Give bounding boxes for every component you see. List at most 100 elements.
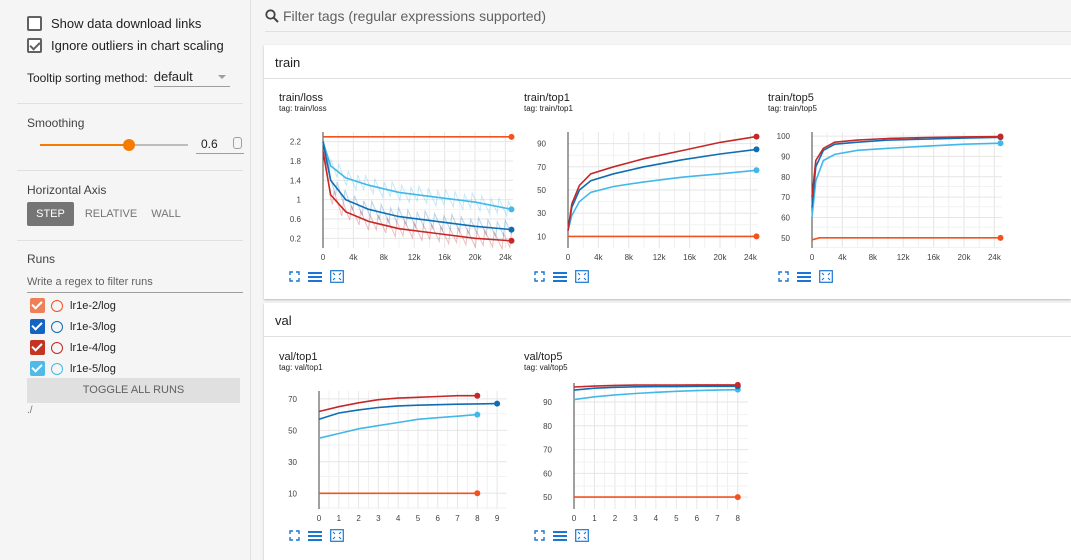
tooltip-sorting-row: Tooltip sorting method: default: [27, 69, 230, 87]
expand-icon[interactable]: [289, 530, 300, 541]
line-chart[interactable]: 0 1 2 3 4 5 6 7 8 90 80 70 60 50: [524, 377, 764, 525]
series-end-point: [474, 392, 481, 399]
run-checkbox[interactable]: [30, 361, 45, 376]
x-tick-label: 1: [337, 514, 342, 523]
run-item[interactable]: lr1e-3/log: [30, 319, 116, 334]
data-table-icon[interactable]: [308, 530, 322, 542]
x-tick-label: 0: [566, 253, 571, 262]
x-tick-label: 5: [674, 514, 679, 523]
chevron-down-icon: [217, 75, 226, 79]
divider: [264, 336, 1071, 337]
smoothing-slider[interactable]: [40, 139, 188, 151]
tag-filter[interactable]: Filter tags (regular expressions support…: [265, 8, 546, 24]
y-tick-label: 100: [777, 132, 791, 141]
divider: [17, 170, 243, 171]
run-color-circle-icon[interactable]: [51, 362, 63, 375]
search-icon: [265, 9, 279, 23]
x-tick-label: 8k: [869, 253, 878, 262]
x-tick-label: 4: [396, 514, 401, 523]
smoothing-input[interactable]: 0.6: [196, 136, 244, 154]
smoothing-label: Smoothing: [27, 116, 85, 130]
y-tick-label: 80: [781, 173, 790, 182]
x-tick-label: 3: [633, 514, 638, 523]
y-tick-label: 50: [288, 426, 297, 435]
fit-domain-icon[interactable]: [819, 270, 833, 283]
x-tick-label: 2: [613, 514, 618, 523]
y-tick-label: 0.6: [290, 215, 302, 224]
series-end-point: [997, 234, 1004, 241]
x-tick-label: 5: [416, 514, 421, 523]
run-color-circle-icon[interactable]: [51, 320, 63, 333]
line-chart[interactable]: 0 4k 8k 12k 16k 20k 24k 2.2 1.8 1.4 1 0.6 0.2: [279, 118, 519, 266]
run-filter-input[interactable]: Write a regex to filter runs: [27, 276, 243, 293]
toggle-all-runs-button[interactable]: TOGGLE ALL RUNS: [27, 378, 240, 403]
data-table-icon[interactable]: [553, 530, 567, 542]
x-tick-label: 24k: [499, 253, 513, 262]
sidebar: Show data download links Ignore outliers…: [0, 0, 251, 560]
line-chart[interactable]: 0 4k 8k 12k 16k 20k 24k 100 90 80 70 60 50: [768, 118, 1008, 266]
expand-icon[interactable]: [534, 530, 545, 541]
y-tick-label: 50: [537, 186, 546, 195]
x-tick-label: 0: [572, 514, 577, 523]
x-tick-label: 16k: [927, 253, 941, 262]
x-tick-label: 7: [715, 514, 720, 523]
fit-domain-icon[interactable]: [330, 529, 344, 542]
y-tick-label: 30: [537, 209, 546, 218]
show-download-links-option[interactable]: Show data download links: [27, 16, 201, 31]
chart-toolbar: [534, 529, 589, 542]
run-color-circle-icon[interactable]: [51, 341, 63, 354]
run-checkbox[interactable]: [30, 319, 45, 334]
fit-domain-icon[interactable]: [330, 270, 344, 283]
ignore-outliers-option[interactable]: Ignore outliers in chart scaling: [27, 38, 224, 53]
data-table-icon[interactable]: [553, 271, 567, 283]
data-table-icon[interactable]: [797, 271, 811, 283]
line-chart[interactable]: 0 1 2 3 4 5 6 7 8 9 70 50 30 10: [279, 377, 519, 525]
line-chart[interactable]: 0 4k 8k 12k 16k 20k 24k 90 70 50 30 10: [524, 118, 764, 266]
run-item[interactable]: lr1e-4/log: [30, 340, 116, 355]
axis-relative-button[interactable]: RELATIVE: [82, 202, 140, 226]
run-item[interactable]: lr1e-2/log: [30, 298, 116, 313]
expand-icon[interactable]: [289, 271, 300, 282]
axis-step-button[interactable]: STEP: [27, 202, 74, 226]
tooltip-sorting-select[interactable]: default: [153, 69, 230, 87]
x-tick-label: 16k: [438, 253, 452, 262]
x-tick-label: 4k: [838, 253, 847, 262]
fit-domain-icon[interactable]: [575, 529, 589, 542]
run-label: lr1e-4/log: [70, 341, 116, 354]
x-tick-label: 4: [654, 514, 659, 523]
group-title[interactable]: train: [275, 55, 300, 70]
x-tick-label: 8: [736, 514, 741, 523]
data-table-icon[interactable]: [308, 271, 322, 283]
axis-wall-button[interactable]: WALL: [145, 202, 187, 226]
x-tick-label: 12k: [897, 253, 911, 262]
smoothing-value: 0.6: [201, 137, 218, 151]
run-item[interactable]: lr1e-5/log: [30, 361, 116, 376]
series-end-point: [997, 140, 1004, 147]
ignore-outliers-checkbox[interactable]: [27, 38, 42, 53]
group-title[interactable]: val: [275, 313, 292, 328]
y-tick-label: 0.2: [290, 234, 302, 243]
chart-toolbar: [289, 529, 344, 542]
x-tick-label: 2: [356, 514, 361, 523]
x-tick-label: 20k: [714, 253, 728, 262]
run-filter-placeholder: Write a regex to filter runs: [27, 276, 153, 288]
series-line: [811, 237, 1001, 241]
expand-icon[interactable]: [534, 271, 545, 282]
spinner-icon[interactable]: [233, 137, 242, 149]
expand-icon[interactable]: [778, 271, 789, 282]
chart-tag: tag: val/top1: [279, 363, 323, 372]
x-tick-label: 20k: [469, 253, 483, 262]
series-end-point: [508, 206, 515, 213]
fit-domain-icon[interactable]: [575, 270, 589, 283]
x-tick-label: 4k: [594, 253, 603, 262]
x-tick-label: 12k: [653, 253, 667, 262]
run-checkbox[interactable]: [30, 340, 45, 355]
ignore-outliers-label: Ignore outliers in chart scaling: [51, 38, 224, 53]
smoothing-slider-fill: [40, 144, 129, 146]
run-checkbox[interactable]: [30, 298, 45, 313]
chart-tag: tag: train/top1: [524, 104, 573, 113]
smoothing-slider-thumb[interactable]: [122, 139, 135, 151]
x-tick-label: 16k: [683, 253, 697, 262]
show-download-links-checkbox[interactable]: [27, 16, 42, 31]
run-color-circle-icon[interactable]: [51, 299, 63, 312]
